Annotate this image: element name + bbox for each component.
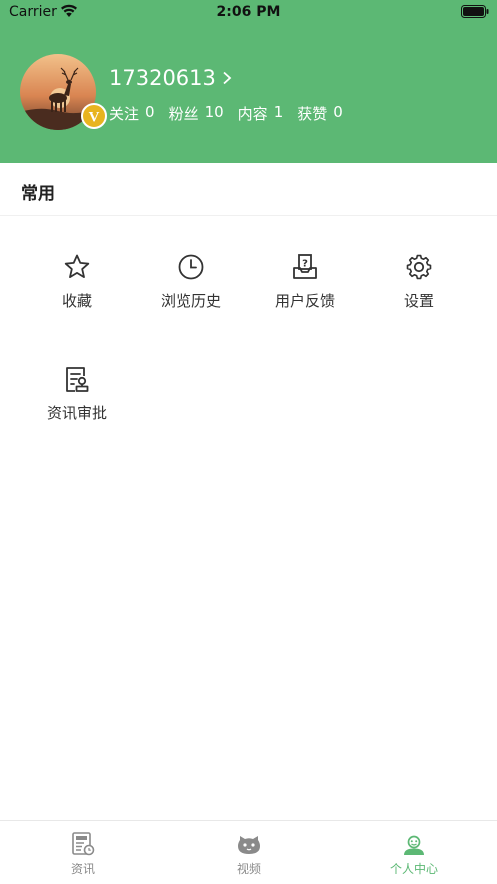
section-title: 常用 — [21, 184, 55, 204]
profile-header: Carrier 2:06 PM V 17320613 关注 0 粉丝 10 内容… — [0, 0, 497, 163]
user-id-link[interactable]: 17320613 — [109, 66, 232, 90]
stat-label: 关注 — [109, 105, 140, 123]
status-bar: Carrier 2:06 PM — [0, 0, 497, 26]
stat-fans[interactable]: 粉丝 10 — [169, 103, 224, 124]
approval-icon — [66, 367, 89, 392]
gear-icon — [406, 254, 432, 280]
clock-time: 2:06 PM — [216, 4, 281, 20]
settings-label: 设置 — [403, 292, 434, 310]
chevron-right-icon — [223, 71, 232, 85]
stat-value: 10 — [204, 103, 224, 121]
feedback-icon: ? — [293, 254, 317, 279]
stat-value: 1 — [273, 103, 284, 121]
battery-icon — [461, 5, 489, 22]
video-icon — [238, 836, 260, 854]
history-button[interactable]: 浏览历史 — [134, 252, 248, 332]
favorites-button[interactable]: 收藏 — [20, 252, 134, 332]
user-id: 17320613 — [109, 66, 216, 90]
tab-bar: 资讯 视频 个人中心 — [0, 820, 497, 884]
tab-profile[interactable]: 个人中心 — [354, 831, 474, 881]
history-label: 浏览历史 — [160, 292, 221, 310]
stat-value: 0 — [333, 103, 343, 121]
news-icon — [72, 832, 95, 856]
feedback-label: 用户反馈 — [274, 292, 335, 310]
stat-following[interactable]: 关注 0 — [109, 103, 155, 124]
stat-label: 获赞 — [297, 105, 328, 123]
stat-label: 粉丝 — [168, 105, 199, 123]
stat-likes[interactable]: 获赞 0 — [297, 103, 343, 124]
stat-content[interactable]: 内容 1 — [238, 103, 284, 124]
news-approval-label: 资讯审批 — [46, 404, 107, 422]
favorites-label: 收藏 — [61, 292, 92, 310]
vip-badge-text: V — [89, 110, 100, 126]
profile-icon — [404, 835, 424, 855]
feedback-button[interactable]: ? 用户反馈 — [248, 252, 362, 332]
tab-video[interactable]: 视频 — [189, 831, 309, 881]
tab-profile-label: 个人中心 — [389, 862, 438, 876]
star-icon — [64, 254, 90, 278]
settings-button[interactable]: 设置 — [362, 252, 476, 332]
profile-stats: 关注 0 粉丝 10 内容 1 获赞 0 — [109, 103, 343, 124]
stat-value: 0 — [145, 103, 155, 121]
news-approval-button[interactable]: 资讯审批 — [20, 364, 134, 444]
tab-news[interactable]: 资讯 — [23, 831, 143, 881]
tab-video-label: 视频 — [236, 862, 261, 876]
svg-text:?: ? — [302, 259, 308, 270]
vip-badge: V — [81, 103, 107, 129]
section-header: 常用 — [0, 163, 497, 216]
clock-icon — [178, 254, 204, 280]
tab-news-label: 资讯 — [70, 862, 95, 876]
stat-label: 内容 — [237, 105, 268, 123]
